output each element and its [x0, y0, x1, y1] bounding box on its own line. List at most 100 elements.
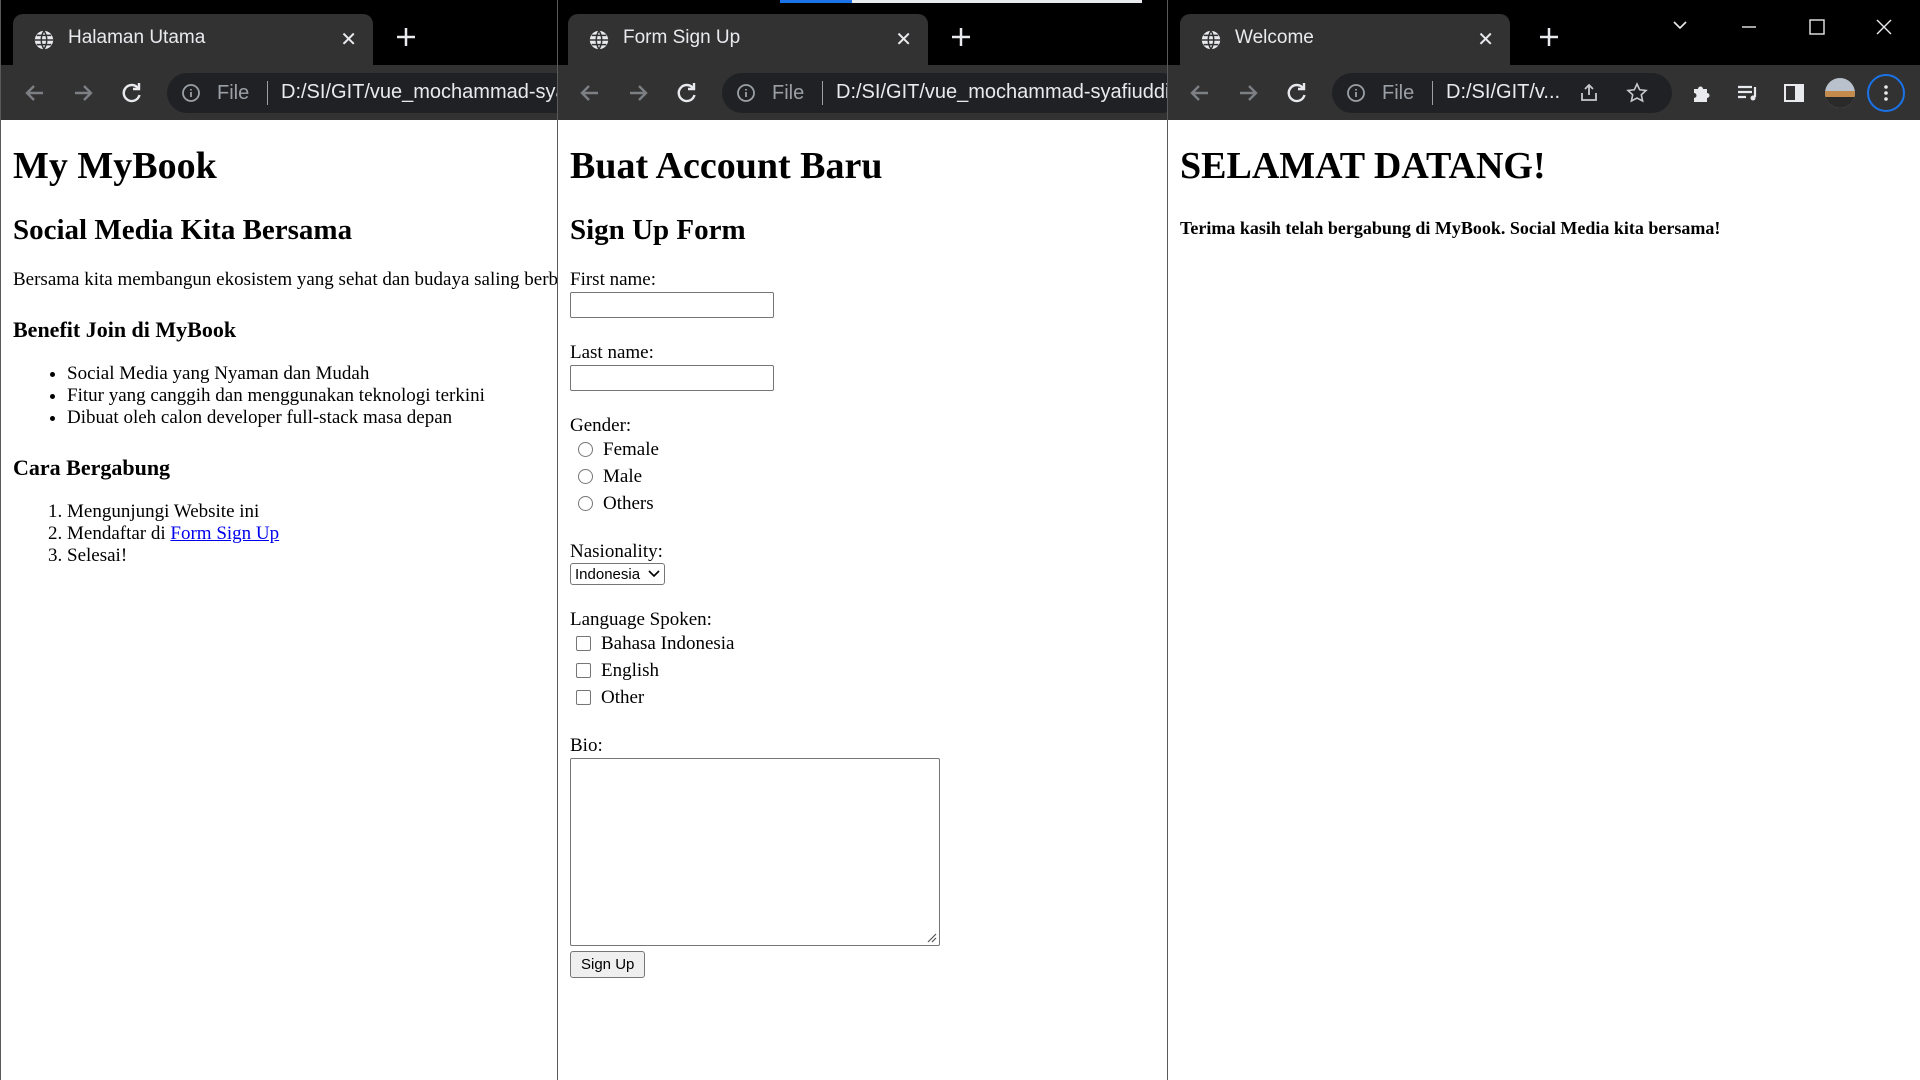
sign-up-button[interactable]: Sign Up: [570, 951, 646, 978]
chevron-down-icon: [648, 570, 660, 578]
form-title: Sign Up Form: [570, 214, 746, 246]
page-content: SELAMAT DATANG! Terima kasih telah berga…: [1168, 120, 1920, 1080]
first-name-input[interactable]: [570, 292, 774, 318]
language-option-other[interactable]: Other: [570, 684, 1155, 711]
maximize-icon[interactable]: [1804, 14, 1830, 40]
join-steps: Mengunjungi Website ini Mendaftar di For…: [13, 501, 545, 567]
checkbox-english[interactable]: [576, 663, 591, 678]
step-text: Mendaftar di: [67, 523, 171, 544]
page-title: Buat Account Baru: [570, 145, 883, 187]
option-label: Others: [603, 492, 654, 514]
reload-icon[interactable]: [117, 79, 145, 107]
tab-title: Welcome: [1235, 27, 1314, 48]
tab-halaman-utama[interactable]: Halaman Utama ✕: [13, 14, 373, 65]
arrow-left-icon[interactable]: [21, 79, 49, 107]
divider: [1432, 81, 1433, 105]
browser-toolbar: File D:/SI/GIT/vue_mochammad-syafiuddin/…: [1, 65, 557, 120]
gender-option-others[interactable]: Others: [570, 490, 1155, 517]
language-option-english[interactable]: English: [570, 657, 1155, 684]
gender-label: Gender:: [570, 415, 632, 436]
scheme-label: File: [1382, 82, 1415, 104]
checkbox-other[interactable]: [576, 690, 591, 705]
checkbox-bahasa[interactable]: [576, 636, 591, 651]
first-name-label: First name:: [570, 269, 657, 290]
url-text[interactable]: D:/SI/GIT/vue_mochammad-syafiuddin/index…: [281, 81, 557, 104]
globe-icon: [34, 30, 54, 50]
nationality-label: Nasionality:: [570, 541, 663, 562]
benefit-heading: Benefit Join di MyBook: [13, 317, 237, 342]
reload-icon[interactable]: [1282, 79, 1310, 107]
tab-title: Halaman Utama: [68, 27, 206, 48]
radio-female[interactable]: [578, 442, 593, 457]
divider: [267, 81, 268, 105]
welcome-message: Terima kasih telah bergabung di MyBook. …: [1180, 218, 1721, 238]
join-heading: Cara Bergabung: [13, 455, 171, 480]
address-bar[interactable]: File D:/SI/GIT/v...: [1332, 73, 1672, 113]
menu-button[interactable]: [1867, 74, 1905, 112]
side-panel-icon[interactable]: [1780, 79, 1808, 107]
address-bar[interactable]: File D:/SI/GIT/vue_mochammad-syafiuddin/…: [167, 73, 557, 113]
plus-icon[interactable]: [1534, 22, 1564, 52]
page-content: My MyBook Social Media Kita Bersama Bers…: [1, 120, 557, 1080]
address-bar[interactable]: File D:/SI/GIT/vue_mochammad-syafiuddin/…: [722, 73, 1167, 113]
avatar[interactable]: [1824, 77, 1856, 109]
tab-strip: Form Sign Up ✕: [558, 0, 1167, 65]
close-icon[interactable]: [1871, 14, 1897, 40]
kebab-menu-icon: [1884, 85, 1888, 101]
plus-icon[interactable]: [946, 22, 976, 52]
globe-icon: [589, 30, 609, 50]
close-icon[interactable]: ✕: [895, 26, 912, 52]
share-icon[interactable]: [1578, 82, 1600, 104]
option-label: Other: [601, 686, 645, 708]
option-label: Male: [603, 465, 643, 487]
arrow-right-icon[interactable]: [1234, 79, 1262, 107]
tab-form-sign-up[interactable]: Form Sign Up ✕: [568, 14, 928, 65]
minimize-icon[interactable]: [1736, 14, 1762, 40]
page-title: My MyBook: [13, 145, 217, 187]
window-focus-indicator: [852, 0, 1142, 3]
divider: [822, 81, 823, 105]
star-icon[interactable]: [1626, 82, 1648, 104]
url-text[interactable]: D:/SI/GIT/vue_mochammad-syafiuddin/signu…: [836, 81, 1167, 104]
gender-option-male[interactable]: Male: [570, 463, 1155, 490]
last-name-input[interactable]: [570, 365, 774, 391]
signup-form: First name: Last name: Gender: Female Ma…: [570, 269, 1155, 978]
close-icon[interactable]: ✕: [1477, 26, 1494, 52]
radio-male[interactable]: [578, 469, 593, 484]
scheme-label: File: [217, 82, 250, 104]
page-content: Buat Account Baru Sign Up Form First nam…: [558, 120, 1167, 1080]
tab-strip: Welcome ✕: [1168, 0, 1920, 65]
list-item: Mengunjungi Website ini: [67, 501, 545, 523]
arrow-left-icon[interactable]: [576, 79, 604, 107]
browser-window-home: Halaman Utama ✕ File D:/SI/GIT/vue_mocha…: [0, 0, 557, 1080]
info-icon[interactable]: [736, 83, 756, 103]
language-option-bahasa[interactable]: Bahasa Indonesia: [570, 630, 1155, 657]
option-label: Bahasa Indonesia: [601, 632, 735, 654]
nationality-selected: Indonesia: [575, 565, 641, 583]
puzzle-icon[interactable]: [1688, 79, 1716, 107]
nationality-select[interactable]: Indonesia: [570, 563, 666, 585]
chevron-down-icon[interactable]: [1667, 12, 1693, 38]
plus-icon[interactable]: [391, 22, 421, 52]
browser-toolbar: File D:/SI/GIT/v...: [1168, 65, 1920, 120]
list-item: Fitur yang canggih dan menggunakan tekno…: [67, 385, 545, 407]
benefit-list: Social Media yang Nyaman dan Mudah Fitur…: [13, 363, 545, 429]
arrow-right-icon[interactable]: [69, 79, 97, 107]
gender-option-female[interactable]: Female: [570, 436, 1155, 463]
info-icon[interactable]: [1346, 83, 1366, 103]
reload-icon[interactable]: [672, 79, 700, 107]
last-name-label: Last name:: [570, 342, 654, 363]
arrow-right-icon[interactable]: [624, 79, 652, 107]
resize-grip-icon[interactable]: [925, 931, 937, 943]
url-text[interactable]: D:/SI/GIT/v...: [1446, 81, 1560, 104]
list-item: Dibuat oleh calon developer full-stack m…: [67, 407, 545, 429]
tab-title: Form Sign Up: [623, 27, 741, 48]
info-icon[interactable]: [181, 83, 201, 103]
bio-textarea[interactable]: [570, 758, 940, 946]
close-icon[interactable]: ✕: [340, 26, 357, 52]
radio-others[interactable]: [578, 496, 593, 511]
media-queue-icon[interactable]: [1734, 79, 1762, 107]
tab-welcome[interactable]: Welcome ✕: [1180, 14, 1510, 65]
signup-form-link[interactable]: Form Sign Up: [170, 523, 279, 544]
arrow-left-icon[interactable]: [1186, 79, 1214, 107]
